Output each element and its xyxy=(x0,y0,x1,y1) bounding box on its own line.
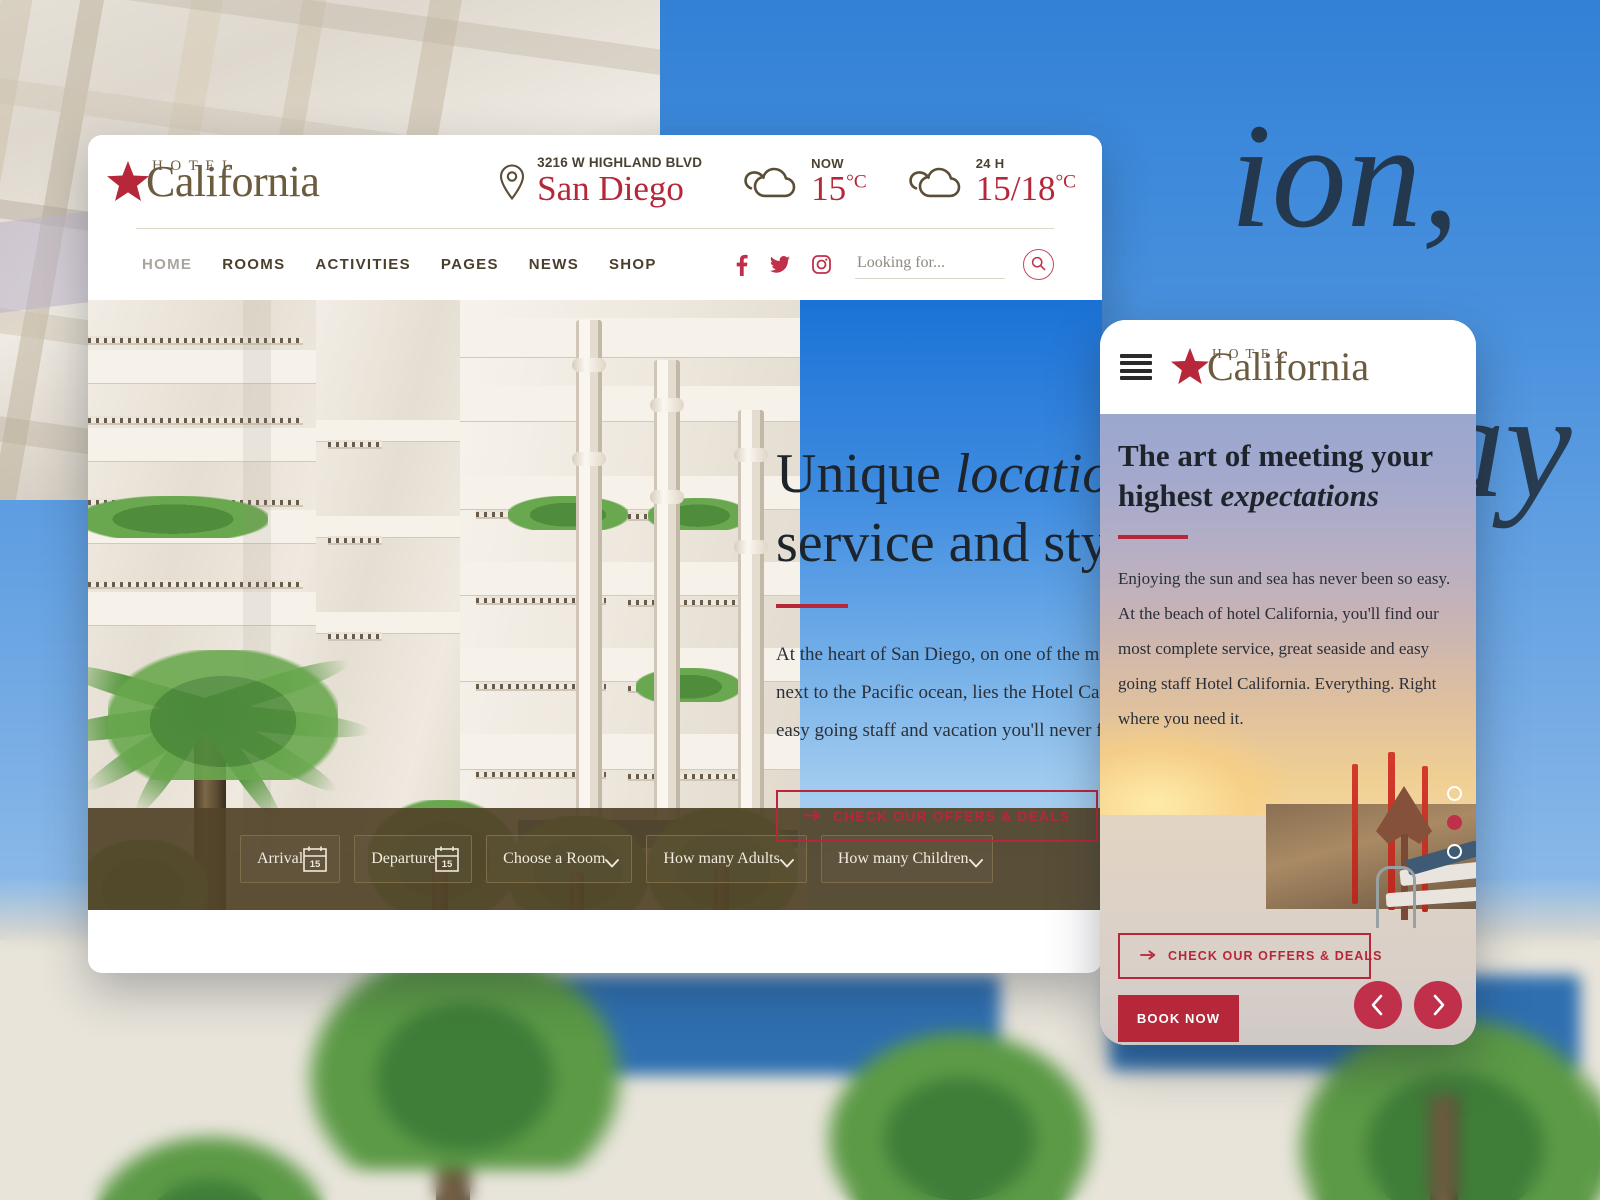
nav-item-shop[interactable]: SHOP xyxy=(609,256,687,273)
slider-prev-button[interactable] xyxy=(1354,981,1402,1029)
children-select[interactable]: How many Children xyxy=(820,835,993,883)
mobile-check-offers-label: CHECK OUR OFFERS & DEALS xyxy=(1168,949,1383,963)
desktop-browser-mockup: HOTEL California 3216 W HIGHLAND BLVD Sa… xyxy=(88,135,1102,973)
mobile-hero-copy: The art of meeting your highest expectat… xyxy=(1118,436,1462,736)
slider-dot-1[interactable] xyxy=(1447,786,1462,801)
site-logo[interactable]: HOTEL California xyxy=(106,157,320,204)
site-topbar: HOTEL California 3216 W HIGHLAND BLVD Sa… xyxy=(88,135,1102,228)
mobile-hero-divider xyxy=(1118,535,1188,540)
weather-unit-now: °C xyxy=(846,170,867,192)
room-select-label: Choose a Room xyxy=(503,850,606,867)
hero-paragraph-line1: At the heart of San Diego, on one of the… xyxy=(776,643,1102,665)
mobile-slider-dots xyxy=(1447,786,1462,859)
svg-text:15: 15 xyxy=(442,859,453,870)
arrival-date-field[interactable]: Arrival 15 xyxy=(240,835,341,883)
map-pin-icon xyxy=(497,163,527,201)
mobile-logo-eyebrow: HOTEL xyxy=(1212,346,1292,361)
weather-value-now: 15 xyxy=(811,168,847,208)
address-line: 3216 W HIGHLAND BLVD xyxy=(537,155,703,171)
nav-item-home[interactable]: HOME xyxy=(136,256,222,273)
main-navigation: HOME ROOMS ACTIVITIES PAGES NEWS SHOP xyxy=(136,228,1054,300)
chevron-down-icon xyxy=(779,855,794,867)
cloud-icon xyxy=(909,163,965,201)
search-input[interactable] xyxy=(855,250,1005,279)
weather-temp-now: 15°C xyxy=(811,168,867,208)
weather-unit-24h: °C xyxy=(1055,170,1076,192)
hero-section: Unique location, service and style At th… xyxy=(88,300,1102,910)
weather-24h: 24 H 15/18°C xyxy=(909,156,1076,208)
nav-item-rooms[interactable]: ROOMS xyxy=(222,256,315,273)
mobile-site-logo[interactable]: HOTEL California xyxy=(1170,346,1369,387)
nav-item-pages[interactable]: PAGES xyxy=(441,256,529,273)
mobile-hero-paragraph: Enjoying the sun and sea has never been … xyxy=(1118,569,1451,729)
mobile-check-offers-button[interactable]: CHECK OUR OFFERS & DEALS xyxy=(1118,933,1382,979)
svg-text:15: 15 xyxy=(310,859,321,870)
check-offers-label: CHECK OUR OFFERS & DEALS xyxy=(833,807,1071,824)
calendar-icon: 15 xyxy=(303,846,328,872)
arrival-label: Arrival xyxy=(257,850,304,867)
star-icon xyxy=(106,160,150,202)
slider-next-button[interactable] xyxy=(1414,981,1462,1029)
adults-select-label: How many Adults xyxy=(663,850,780,867)
search-icon xyxy=(1031,256,1046,274)
children-select-label: How many Children xyxy=(837,850,969,867)
mobile-phone-mockup: HOTEL California The art of meeting your… xyxy=(1100,320,1476,1045)
mobile-slider-controls xyxy=(1354,981,1462,1029)
social-links xyxy=(736,254,831,276)
mobile-heading-part3: expectations xyxy=(1220,477,1379,513)
hero-actions: CHECK OUR OFFERS & DEALS BOOK NOW xyxy=(776,789,1102,842)
weather-value-24h: 15/18 xyxy=(975,168,1056,208)
nav-item-activities[interactable]: ACTIVITIES xyxy=(315,256,441,273)
mobile-heading-part1: The art of meeting your xyxy=(1118,438,1434,473)
adults-select[interactable]: How many Adults xyxy=(646,835,807,883)
chevron-down-icon xyxy=(605,855,620,867)
facebook-icon[interactable] xyxy=(736,254,748,276)
hero-heading-part1: Unique xyxy=(776,443,955,505)
arrow-right-icon xyxy=(1140,949,1156,963)
mobile-hero-actions: CHECK OUR OFFERS & DEALS BOOK NOW xyxy=(1118,933,1382,1042)
hero-divider xyxy=(776,603,848,608)
background-blurred-text-1: ion, xyxy=(1230,93,1460,259)
location-block[interactable]: 3216 W HIGHLAND BLVD San Diego xyxy=(497,155,702,208)
mobile-header: HOTEL California xyxy=(1100,320,1476,414)
twitter-icon[interactable] xyxy=(770,256,790,273)
search-button[interactable] xyxy=(1023,249,1054,280)
city-name: San Diego xyxy=(537,169,684,209)
hero-copy: Unique location, service and style At th… xyxy=(776,440,1102,842)
hero-paragraph-line3: easy going staff and vacation you'll nev… xyxy=(776,719,1102,741)
hero-heading-part3: service and style xyxy=(776,511,1102,574)
hero-paragraph-line2: next to the Pacific ocean, lies the Hote… xyxy=(776,681,1102,703)
calendar-icon: 15 xyxy=(435,846,459,872)
star-icon xyxy=(1170,347,1210,385)
weather-now: NOW 15°C xyxy=(744,156,867,208)
chevron-down-icon xyxy=(968,855,983,867)
room-select[interactable]: Choose a Room xyxy=(486,835,633,883)
mobile-book-now-button[interactable]: BOOK NOW xyxy=(1118,995,1239,1042)
slider-dot-2[interactable] xyxy=(1447,815,1462,830)
arrow-right-icon xyxy=(804,808,821,824)
mobile-hero-section: The art of meeting your highest expectat… xyxy=(1100,414,1476,1045)
departure-date-field[interactable]: Departure 15 xyxy=(354,835,473,883)
chevron-right-icon xyxy=(1430,994,1446,1016)
nav-item-news[interactable]: NEWS xyxy=(529,256,609,273)
hero-paragraph: At the heart of San Diego, on one of the… xyxy=(776,636,1102,750)
hero-heading: Unique location, service and style xyxy=(776,440,1102,578)
topbar-info: 3216 W HIGHLAND BLVD San Diego NOW 15°C xyxy=(497,155,1102,208)
weather-temp-24h: 15/18°C xyxy=(975,168,1076,208)
mobile-heading-part2: highest xyxy=(1118,477,1221,513)
nav-links: HOME ROOMS ACTIVITIES PAGES NEWS SHOP xyxy=(136,256,687,273)
chevron-left-icon xyxy=(1370,994,1386,1016)
nav-utilities xyxy=(736,249,1054,280)
hamburger-menu-icon[interactable] xyxy=(1120,354,1152,380)
hero-heading-part2: location, xyxy=(954,443,1102,505)
mobile-hero-heading: The art of meeting your highest expectat… xyxy=(1118,436,1462,515)
departure-label: Departure xyxy=(371,850,436,867)
instagram-icon[interactable] xyxy=(812,255,831,274)
check-offers-button[interactable]: CHECK OUR OFFERS & DEALS xyxy=(776,789,1099,842)
slider-dot-3[interactable] xyxy=(1447,844,1462,859)
cloud-icon xyxy=(744,163,800,201)
logo-eyebrow: HOTEL xyxy=(152,157,239,174)
